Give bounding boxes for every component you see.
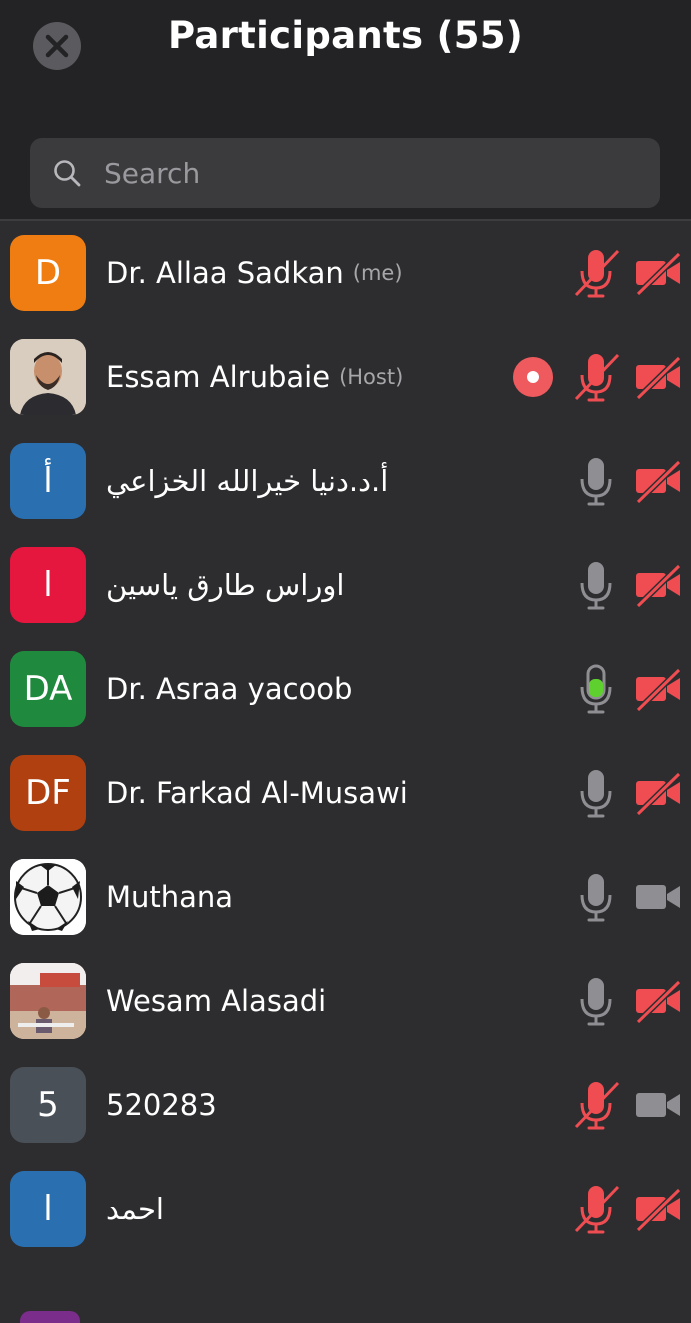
participant-row-partial[interactable]: [0, 1261, 691, 1323]
participant-name-text: احمد: [106, 1192, 164, 1226]
avatar-initials: أ: [43, 461, 53, 501]
mic-icon[interactable]: [572, 975, 620, 1027]
video-icon[interactable]: [634, 875, 682, 919]
participant-name-text: Dr. Farkad Al-Musawi: [106, 776, 408, 810]
mic-muted-icon[interactable]: [572, 1079, 620, 1131]
recording-indicator: [513, 357, 553, 397]
participant-row[interactable]: DA Dr. Asraa yacoob: [0, 637, 691, 741]
avatar: ا: [10, 1171, 86, 1247]
avatar-initials: DF: [25, 773, 71, 813]
search-bar[interactable]: [30, 138, 660, 208]
participant-row[interactable]: ا اوراس طارق ياسين: [0, 533, 691, 637]
participant-name-text: Muthana: [106, 880, 234, 914]
participants-list[interactable]: D Dr. Allaa Sadkan (me) Essam Alrubaie (Hos…: [0, 221, 691, 1323]
profile-photo-icon: [10, 963, 86, 1039]
participant-row[interactable]: DF Dr. Farkad Al-Musawi: [0, 741, 691, 845]
participant-name-text: أ.د.دنيا خيرالله الخزاعي: [106, 464, 389, 498]
participant-name: اوراس طارق ياسين: [106, 533, 344, 637]
avatar: [10, 963, 86, 1039]
mic-icon[interactable]: [572, 767, 620, 819]
soccer-ball-icon: [10, 859, 86, 935]
avatar: [20, 1311, 80, 1323]
avatar: DA: [10, 651, 86, 727]
participant-name: Wesam Alasadi: [106, 949, 326, 1053]
participant-row[interactable]: D Dr. Allaa Sadkan (me): [0, 221, 691, 325]
participant-role-tag: (me): [352, 261, 403, 285]
participant-name: Muthana: [106, 845, 233, 949]
video-icon[interactable]: [634, 1083, 682, 1127]
mic-icon[interactable]: [572, 871, 620, 923]
header: Participants (55): [0, 0, 691, 220]
avatar: [10, 859, 86, 935]
participant-row[interactable]: أ أ.د.دنيا خيرالله الخزاعي: [0, 429, 691, 533]
video-off-icon[interactable]: [634, 251, 682, 295]
page-title: Participants (55): [167, 14, 524, 57]
avatar: 5: [10, 1067, 86, 1143]
participant-name-text: 520283: [106, 1088, 217, 1122]
participant-name: Dr. Asraa yacoob: [106, 637, 352, 741]
avatar-initials: DA: [23, 669, 73, 709]
participant-name: Essam Alrubaie (Host): [106, 325, 403, 429]
video-off-icon[interactable]: [634, 355, 682, 399]
participant-name-text: Wesam Alasadi: [106, 984, 327, 1018]
search-icon: [54, 160, 81, 187]
video-off-icon[interactable]: [634, 1187, 682, 1231]
mic-icon[interactable]: [572, 663, 620, 715]
video-off-icon[interactable]: [634, 667, 682, 711]
avatar: D: [10, 235, 86, 311]
participant-name: 520283: [106, 1053, 217, 1157]
video-off-icon[interactable]: [634, 979, 682, 1023]
avatar: ا: [10, 547, 86, 623]
avatar: [10, 339, 86, 415]
mic-icon[interactable]: [572, 559, 620, 611]
participant-name-text: اوراس طارق ياسين: [106, 568, 345, 602]
mic-icon[interactable]: [572, 455, 620, 507]
participant-row[interactable]: Muthana: [0, 845, 691, 949]
participant-name: Dr. Allaa Sadkan (me): [106, 221, 403, 325]
profile-photo-icon: [10, 339, 86, 415]
record-dot-icon: [527, 371, 539, 383]
avatar-initials: ا: [43, 1189, 53, 1229]
avatar-initials: 5: [37, 1085, 59, 1125]
video-off-icon[interactable]: [634, 459, 682, 503]
mic-muted-icon[interactable]: [572, 1183, 620, 1235]
video-off-icon[interactable]: [634, 563, 682, 607]
mic-muted-icon[interactable]: [572, 351, 620, 403]
participant-role-tag: (Host): [339, 365, 404, 389]
participant-name-text: Essam Alrubaie: [106, 360, 331, 394]
participant-row[interactable]: 5 520283: [0, 1053, 691, 1157]
participant-row[interactable]: ا احمد: [0, 1157, 691, 1261]
mic-muted-icon[interactable]: [572, 247, 620, 299]
participant-name-text: Dr. Asraa yacoob: [106, 672, 353, 706]
participant-name: أ.د.دنيا خيرالله الخزاعي: [106, 429, 388, 533]
avatar: أ: [10, 443, 86, 519]
avatar: DF: [10, 755, 86, 831]
search-input[interactable]: [102, 142, 626, 204]
video-off-icon[interactable]: [634, 771, 682, 815]
participant-row[interactable]: Essam Alrubaie (Host): [0, 325, 691, 429]
avatar-initials: D: [34, 253, 62, 293]
participant-row[interactable]: Wesam Alasadi: [0, 949, 691, 1053]
participant-name-text: Dr. Allaa Sadkan: [106, 256, 344, 290]
participant-name: Dr. Farkad Al-Musawi: [106, 741, 408, 845]
participant-name: احمد: [106, 1157, 164, 1261]
avatar-initials: ا: [43, 565, 53, 605]
